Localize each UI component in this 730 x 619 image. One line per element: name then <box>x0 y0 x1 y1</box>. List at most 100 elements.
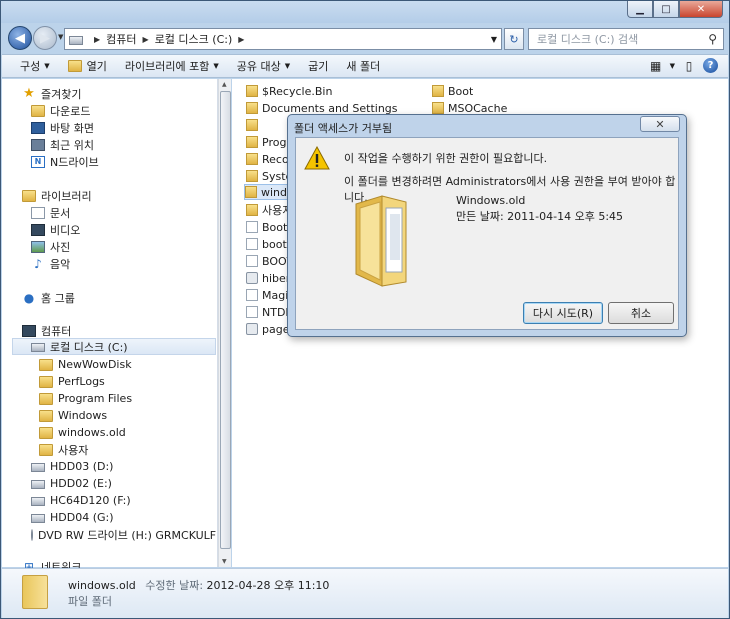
nav-downloads[interactable]: 다운로드 <box>31 102 90 119</box>
nav-local-disk[interactable]: 로컬 디스크 (C:) <box>12 338 216 355</box>
nav-ndrive[interactable]: N N드라이브 <box>31 153 99 170</box>
dvd-icon <box>31 528 33 541</box>
recent-pages-dropdown[interactable]: ▼ <box>58 33 63 41</box>
nav-computer[interactable]: 컴퓨터 <box>22 322 71 339</box>
nav-drive[interactable]: HC64D120 (F:) <box>31 492 131 509</box>
nav-label: 컴퓨터 <box>41 324 72 338</box>
dialog-message-primary: 이 작업을 수행하기 위한 권한이 필요합니다. <box>344 152 548 165</box>
folder-icon <box>39 426 53 439</box>
breadcrumb-separator-icon[interactable]: ▶ <box>238 35 244 44</box>
nav-folder[interactable]: windows.old <box>39 424 126 441</box>
nav-label: HDD03 (D:) <box>50 460 114 473</box>
nav-scrollbar[interactable]: ▲ ▼ <box>218 79 231 567</box>
breadcrumb-separator-icon[interactable]: ▶ <box>94 35 100 44</box>
folder-icon <box>246 170 258 182</box>
dialog-title: 폴더 액세스가 거부됨 <box>294 122 393 135</box>
forward-button[interactable]: ▶ <box>33 26 57 50</box>
title-bar[interactable]: ▁ □ ✕ <box>1 1 729 23</box>
warning-icon <box>304 146 330 170</box>
preview-pane-icon[interactable]: ▯ <box>681 58 697 73</box>
view-options-icon[interactable]: ▦ <box>648 58 664 73</box>
share-button[interactable]: 공유 대상 ▼ <box>237 58 290 74</box>
ndrive-icon: N <box>31 155 45 168</box>
cancel-button[interactable]: 취소 <box>608 302 674 324</box>
nav-label: 홈 그룹 <box>41 291 75 305</box>
scroll-up-icon[interactable]: ▲ <box>222 81 227 88</box>
nav-pictures[interactable]: 사진 <box>31 238 70 255</box>
scrollbar-thumb[interactable] <box>220 91 231 549</box>
nav-drive[interactable]: HDD04 (G:) <box>31 509 114 526</box>
list-item[interactable]: Boot <box>432 83 473 99</box>
list-item[interactable]: $Recycle.Bin <box>246 83 332 99</box>
nav-label: PerfLogs <box>58 375 105 388</box>
nav-folder[interactable]: Windows <box>39 407 107 424</box>
system-file-icon <box>246 323 258 335</box>
nav-folder[interactable]: NewWowDisk <box>39 356 132 373</box>
organize-button[interactable]: 구성 ▼ <box>20 58 50 74</box>
address-dropdown-icon[interactable]: ▼ <box>491 35 497 44</box>
nav-label: NewWowDisk <box>58 358 132 371</box>
nav-documents[interactable]: 문서 <box>31 204 70 221</box>
nav-recent[interactable]: 최근 위치 <box>31 136 94 153</box>
system-file-icon <box>246 272 258 284</box>
nav-video[interactable]: 비디오 <box>31 221 80 238</box>
nav-label: 최근 위치 <box>50 138 94 152</box>
open-button[interactable]: 열기 <box>67 58 107 74</box>
nav-label: HC64D120 (F:) <box>50 494 131 507</box>
dialog-close-button[interactable]: ✕ <box>640 116 680 132</box>
nav-drive[interactable]: HDD02 (E:) <box>31 475 112 492</box>
include-library-button[interactable]: 라이브러리에 포함 ▼ <box>125 58 219 74</box>
star-icon: ★ <box>23 86 35 101</box>
breadcrumb-computer[interactable]: 컴퓨터 <box>106 31 136 47</box>
details-type: 파일 폴더 <box>68 595 112 608</box>
search-placeholder: 로컬 디스크 (C:) 검색 <box>537 33 639 46</box>
refresh-button[interactable]: ↻ <box>504 28 524 50</box>
chevron-down-icon[interactable]: ▼ <box>670 62 675 70</box>
folder-icon <box>246 153 258 165</box>
maximize-button[interactable]: □ <box>653 1 679 18</box>
refresh-icon: ↻ <box>509 32 519 46</box>
details-name: windows.old <box>68 579 136 592</box>
nav-music[interactable]: ♪ 음악 <box>31 255 70 272</box>
close-button[interactable]: ✕ <box>679 1 723 18</box>
folder-icon <box>246 85 258 97</box>
nav-folder[interactable]: PerfLogs <box>39 373 105 390</box>
folder-icon <box>39 375 53 388</box>
nav-drive[interactable]: HDD03 (D:) <box>31 458 113 475</box>
list-item-selected[interactable]: windo <box>244 184 292 200</box>
nav-label: 다운로드 <box>50 104 91 118</box>
search-icon[interactable]: ⚲ <box>708 32 717 46</box>
burn-button[interactable]: 굽기 <box>308 58 328 74</box>
nav-dvd-drive[interactable]: DVD RW 드라이브 (H:) GRMCKULFRER <box>31 526 217 543</box>
details-pane: windows.old 수정한 날짜: 2012-04-28 오후 11:10 … <box>2 568 728 618</box>
dialog-folder-date: 만든 날짜: 2011-04-14 오후 5:45 <box>456 210 624 223</box>
nav-desktop[interactable]: 바탕 화면 <box>31 119 94 136</box>
breadcrumb-local-disk[interactable]: 로컬 디스크 (C:) <box>155 31 233 47</box>
nav-label: 즐겨찾기 <box>41 87 82 101</box>
nav-label: HDD04 (G:) <box>50 511 114 524</box>
list-item[interactable] <box>246 117 262 133</box>
minimize-button[interactable]: ▁ <box>627 1 653 18</box>
list-item[interactable]: 사용지 <box>246 202 292 218</box>
breadcrumb-separator-icon[interactable]: ▶ <box>143 35 149 44</box>
documents-icon <box>31 206 45 219</box>
search-input[interactable]: 로컬 디스크 (C:) 검색 ⚲ <box>528 28 724 50</box>
nav-favorites[interactable]: ★ 즐겨찾기 <box>22 85 81 102</box>
access-denied-dialog: 폴더 액세스가 거부됨 ✕ 이 작업을 수행하기 위한 권한이 필요합니다. 이… <box>287 114 687 337</box>
help-icon[interactable]: ? <box>703 58 718 73</box>
burn-label: 굽기 <box>308 60 329 73</box>
file-icon <box>246 255 258 267</box>
new-folder-button[interactable]: 새 폴더 <box>346 58 380 74</box>
address-bar[interactable]: ▶ 컴퓨터 ▶ 로컬 디스크 (C:) ▶ ▼ <box>64 28 502 50</box>
nav-homegroup[interactable]: ● 홈 그룹 <box>22 289 75 306</box>
nav-libraries[interactable]: 라이브러리 <box>22 187 92 204</box>
nav-label: HDD02 (E:) <box>50 477 112 490</box>
folder-icon <box>39 392 53 405</box>
nav-folder[interactable]: 사용자 <box>39 441 88 458</box>
retry-button[interactable]: 다시 시도(R) <box>523 302 603 324</box>
back-button[interactable]: ◀ <box>8 26 32 50</box>
nav-folder[interactable]: Program Files <box>39 390 132 407</box>
chevron-down-icon: ▼ <box>213 62 219 70</box>
new-folder-label: 새 폴더 <box>346 60 381 73</box>
scroll-down-icon[interactable]: ▼ <box>222 558 227 565</box>
